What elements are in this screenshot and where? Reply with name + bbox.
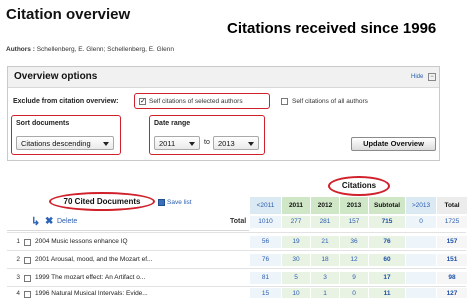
date-from-select[interactable]: 2011 <box>154 136 200 150</box>
chevron-down-icon <box>103 142 109 146</box>
date-to-value: 2013 <box>218 139 235 148</box>
self-citations-selected-label: Self citations of selected authors <box>149 98 243 105</box>
document-title[interactable]: 2004 Music lessons enhance IQ <box>35 238 230 245</box>
row-cell[interactable]: 0 <box>340 288 368 298</box>
row-number: 3 <box>16 274 20 281</box>
row-checkbox[interactable] <box>24 239 31 246</box>
row-cell <box>406 254 436 266</box>
authors-label: Authors : <box>6 46 35 53</box>
exclude-label: Exclude from citation overview: <box>13 98 119 105</box>
total-cell[interactable]: 1010 <box>250 216 281 228</box>
citations-header: Citations <box>341 181 377 190</box>
collapse-icon[interactable]: − <box>428 73 436 81</box>
row-cell <box>406 236 436 248</box>
authors-value: Schellenberg, E. Glenn; Schellenberg, E.… <box>36 46 175 53</box>
row-cell <box>406 288 436 298</box>
citations-since-banner: Citations received since 1996 <box>227 20 437 37</box>
row-cell[interactable]: 19 <box>282 236 310 248</box>
row-number: 4 <box>16 290 20 297</box>
col-2011: 2011 <box>282 197 310 214</box>
row-cell[interactable]: 21 <box>311 236 339 248</box>
row-number: 1 <box>16 238 20 245</box>
row-cell[interactable]: 81 <box>250 272 281 284</box>
row-cell[interactable]: 30 <box>282 254 310 266</box>
cited-documents-count: 70 Cited Documents <box>63 197 141 206</box>
row-divider <box>7 232 466 233</box>
self-citations-selected-checkbox[interactable]: ✓ <box>139 98 146 105</box>
chevron-down-icon <box>189 142 195 146</box>
col-before-2011[interactable]: <2011 <box>250 197 281 214</box>
row-divider <box>7 268 466 269</box>
total-label: Total <box>230 218 247 225</box>
date-range-label: Date range <box>154 120 191 127</box>
row-cell[interactable]: 157 <box>437 236 467 248</box>
row-cell[interactable]: 15 <box>250 288 281 298</box>
row-checkbox[interactable] <box>24 275 31 282</box>
sort-documents-label: Sort documents <box>16 120 70 127</box>
document-title[interactable]: 1999 The mozart effect: An Artifact o... <box>35 274 230 281</box>
row-cell[interactable]: 56 <box>250 236 281 248</box>
row-cell[interactable]: 76 <box>369 236 405 248</box>
delete-link[interactable]: Delete <box>57 218 77 225</box>
save-icon[interactable] <box>158 199 165 206</box>
date-from-value: 2011 <box>159 139 176 148</box>
panel-title: Overview options <box>14 71 98 82</box>
row-cell[interactable]: 9 <box>340 272 368 284</box>
row-checkbox[interactable] <box>24 257 31 264</box>
document-title[interactable]: 1996 Natural Musical Intervals: Evide... <box>35 290 230 297</box>
row-cell[interactable]: 36 <box>340 236 368 248</box>
col-2013: 2013 <box>340 197 368 214</box>
save-list-link[interactable]: Save list <box>167 199 192 206</box>
row-cell[interactable]: 18 <box>311 254 339 266</box>
row-divider <box>7 250 466 251</box>
row-checkbox[interactable] <box>24 291 31 298</box>
row-cell[interactable]: 127 <box>437 288 467 298</box>
total-cell[interactable]: 281 <box>311 216 339 228</box>
row-cell[interactable]: 98 <box>437 272 467 284</box>
row-cell[interactable]: 76 <box>250 254 281 266</box>
date-to-select[interactable]: 2013 <box>213 136 259 150</box>
row-cell[interactable]: 12 <box>340 254 368 266</box>
total-cell[interactable]: 1725 <box>437 216 467 228</box>
documents-toolbar <box>7 214 249 231</box>
total-cell[interactable]: 157 <box>340 216 368 228</box>
col-subtotal: Subtotal <box>369 197 405 214</box>
row-cell[interactable]: 3 <box>311 272 339 284</box>
row-cell[interactable]: 60 <box>369 254 405 266</box>
overview-options-panel: Overview options Hide − Exclude from cit… <box>7 66 440 161</box>
col-total: Total <box>437 197 467 214</box>
page-title: Citation overview <box>6 6 131 23</box>
row-cell[interactable]: 5 <box>282 272 310 284</box>
sort-selected-value: Citations descending <box>21 139 91 148</box>
self-citations-all-label: Self citations of all authors <box>292 98 368 105</box>
date-to-label: to <box>204 139 210 146</box>
row-cell <box>406 272 436 284</box>
arrow-down-icon[interactable]: ↳ <box>31 215 40 228</box>
hide-link[interactable]: Hide <box>411 74 423 80</box>
sort-select[interactable]: Citations descending <box>16 136 114 150</box>
col-2012: 2012 <box>311 197 339 214</box>
total-cell[interactable]: 0 <box>406 216 436 228</box>
row-cell[interactable]: 1 <box>311 288 339 298</box>
row-number: 2 <box>16 256 20 263</box>
total-cell[interactable]: 715 <box>369 216 405 228</box>
document-title[interactable]: 2001 Arousal, mood, and the Mozart ef... <box>35 256 230 263</box>
row-cell[interactable]: 10 <box>282 288 310 298</box>
delete-icon[interactable]: ✖ <box>45 216 53 227</box>
update-overview-button[interactable]: Update Overview <box>351 137 436 151</box>
panel-header: Overview options Hide − <box>8 67 439 88</box>
row-cell[interactable]: 17 <box>369 272 405 284</box>
self-citations-all-checkbox[interactable] <box>281 98 288 105</box>
chevron-down-icon <box>248 142 254 146</box>
authors-line: Authors : Schellenberg, E. Glenn; Schell… <box>6 46 174 53</box>
row-cell[interactable]: 11 <box>369 288 405 298</box>
row-divider <box>7 286 466 287</box>
row-cell[interactable]: 151 <box>437 254 467 266</box>
total-cell[interactable]: 277 <box>282 216 310 228</box>
col-after-2013[interactable]: >2013 <box>406 197 436 214</box>
